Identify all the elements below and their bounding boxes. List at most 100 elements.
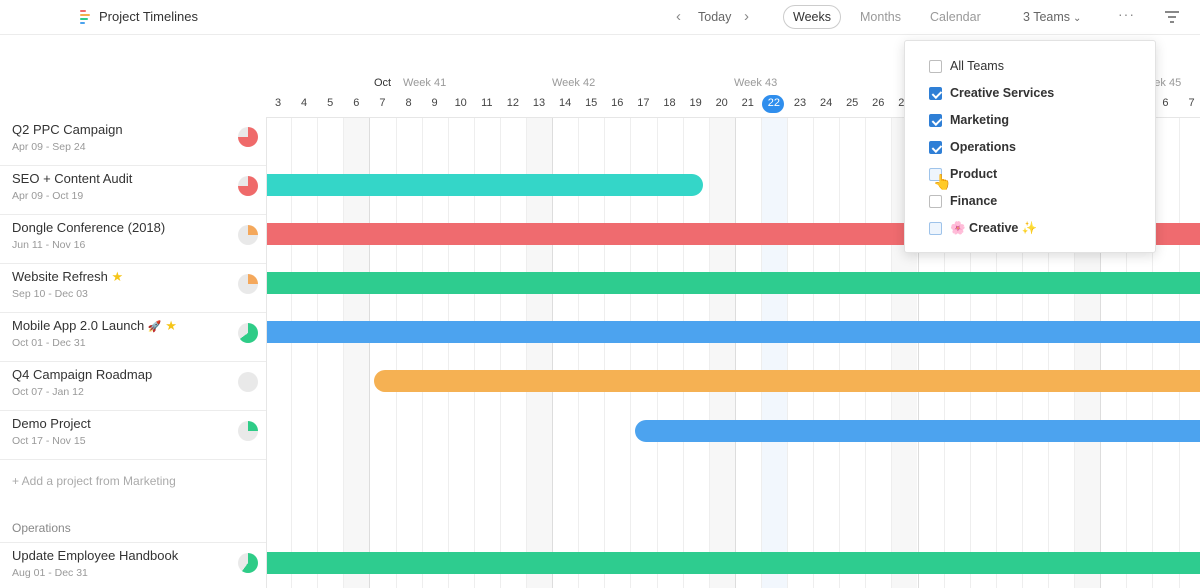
day-number: 26 [872, 97, 885, 109]
timeline-bar[interactable] [267, 174, 703, 196]
day-number: 9 [431, 97, 438, 109]
progress-pie-icon [238, 372, 258, 392]
team-option-creative-services[interactable]: Creative Services [905, 81, 1155, 105]
checkbox[interactable] [929, 141, 942, 154]
project-list: Q2 PPC Campaign Apr 09 - Sep 24 SEO + Co… [0, 117, 267, 588]
project-row[interactable]: Q2 PPC Campaign Apr 09 - Sep 24 [0, 117, 266, 166]
progress-pie-icon [238, 274, 258, 294]
project-row[interactable]: Mobile App 2.0 Launch 🚀 ★ Oct 01 - Dec 3… [0, 313, 266, 362]
day-number: 15 [585, 97, 598, 109]
checkbox[interactable] [929, 222, 942, 235]
project-row[interactable]: Website Refresh ★ Sep 10 - Dec 03 [0, 264, 266, 313]
team-option-label: Product [950, 167, 998, 181]
day-number: 20 [715, 97, 728, 109]
day-number: 12 [506, 97, 520, 109]
grid-column [865, 118, 891, 588]
project-name: Website Refresh ★ [12, 269, 123, 285]
app-logo-icon [80, 10, 90, 24]
rocket-emoji: 🚀 [147, 321, 162, 333]
tab-months[interactable]: Months [860, 10, 901, 24]
grid-column [787, 118, 813, 588]
project-row[interactable]: Dongle Conference (2018) Jun 11 - Nov 16 [0, 215, 266, 264]
teams-dropdown-menu: All Teams Creative Services Marketing Op… [904, 40, 1156, 253]
timeline-bar[interactable] [267, 552, 1200, 574]
project-dates: Aug 01 - Dec 31 [12, 567, 88, 579]
project-row[interactable]: Update Employee Handbook Aug 01 - Dec 31 [0, 542, 266, 588]
team-option-finance[interactable]: Finance [905, 189, 1155, 213]
project-row[interactable]: SEO + Content Audit Apr 09 - Oct 19 [0, 166, 266, 215]
chevron-left-icon[interactable]: ‹ [676, 8, 681, 25]
team-option-operations[interactable]: Operations [905, 135, 1155, 159]
checkbox[interactable] [929, 114, 942, 127]
month-label: Oct [374, 77, 392, 89]
project-row[interactable]: Demo Project Oct 17 - Nov 15 [0, 411, 266, 460]
timeline-bar[interactable] [267, 272, 1200, 294]
project-name: Q2 PPC Campaign [12, 122, 123, 137]
day-number: 11 [481, 97, 493, 109]
day-number: 23 [793, 97, 807, 109]
project-row[interactable]: Q4 Campaign Roadmap Oct 07 - Jan 12 [0, 362, 266, 411]
team-option-creative[interactable]: 🌸 Creative ✨ [905, 216, 1155, 240]
project-dates: Oct 01 - Dec 31 [12, 337, 86, 349]
team-option-marketing[interactable]: Marketing [905, 108, 1155, 132]
project-name: Mobile App 2.0 Launch 🚀 ★ [12, 318, 177, 334]
day-number: 6 [1162, 97, 1169, 109]
star-icon[interactable]: ★ [165, 318, 177, 333]
week-label: Week 41 [403, 77, 447, 89]
more-dots-icon[interactable]: ··· [1118, 6, 1135, 22]
team-option-label: All Teams [950, 59, 1004, 73]
day-number: 7 [1188, 97, 1195, 109]
day-number: 6 [353, 97, 360, 109]
day-number: 13 [532, 97, 546, 109]
tab-calendar[interactable]: Calendar [930, 10, 981, 24]
grid-column [839, 118, 865, 588]
checkbox[interactable] [929, 87, 942, 100]
team-option-all-teams[interactable]: All Teams [905, 54, 1155, 78]
day-number: 17 [637, 97, 650, 109]
day-number: 18 [663, 97, 676, 109]
team-option-label: Creative Services [950, 86, 1055, 100]
team-option-label: Marketing [950, 113, 1010, 127]
project-dates: Sep 10 - Dec 03 [12, 288, 88, 300]
hand-cursor-icon: 👆 [933, 174, 952, 191]
teams-label: 3 Teams [1023, 10, 1071, 24]
day-number: 19 [689, 97, 702, 109]
teams-dropdown-button[interactable]: 3 Teams ⌄ [1023, 10, 1081, 24]
grid-column [760, 118, 787, 588]
tab-weeks[interactable]: Weeks [783, 5, 841, 29]
day-number: 3 [274, 97, 282, 109]
filter-icon[interactable] [1165, 11, 1179, 23]
project-dates: Oct 07 - Jan 12 [12, 386, 84, 398]
day-number: 4 [301, 97, 308, 109]
progress-pie-icon [238, 553, 258, 573]
week-label: Week 42 [552, 77, 596, 89]
progress-pie-icon [238, 225, 258, 245]
project-name: Q4 Campaign Roadmap [12, 367, 153, 382]
star-icon[interactable]: ★ [111, 269, 123, 284]
day-number: 25 [846, 97, 859, 109]
timeline-bar[interactable] [267, 321, 1200, 343]
checkbox[interactable] [929, 60, 942, 73]
project-dates: Apr 09 - Sep 24 [12, 141, 86, 153]
project-dates: Apr 09 - Oct 19 [12, 190, 84, 202]
project-dates: Oct 17 - Nov 15 [12, 435, 86, 447]
progress-pie-icon [238, 127, 258, 147]
section-title-operations: Operations [12, 521, 71, 535]
day-number: 14 [558, 97, 572, 109]
project-name: Update Employee Handbook [12, 548, 179, 563]
progress-pie-icon [238, 421, 258, 441]
timeline-bar[interactable] [635, 420, 1200, 442]
chevron-right-icon[interactable]: › [744, 8, 749, 25]
project-dates: Jun 11 - Nov 16 [12, 239, 86, 251]
day-number: 5 [327, 97, 334, 109]
grid-column [813, 118, 839, 588]
checkbox[interactable] [929, 195, 942, 208]
grid-column [1152, 118, 1178, 588]
timeline-bar[interactable] [374, 370, 1200, 392]
progress-pie-icon [238, 323, 258, 343]
today-button[interactable]: Today [698, 10, 731, 24]
day-number: 7 [379, 97, 386, 109]
add-project-link[interactable]: + Add a project from Marketing [12, 474, 176, 488]
app-title: Project Timelines [99, 9, 198, 24]
project-name-text: Mobile App 2.0 Launch [12, 318, 145, 333]
